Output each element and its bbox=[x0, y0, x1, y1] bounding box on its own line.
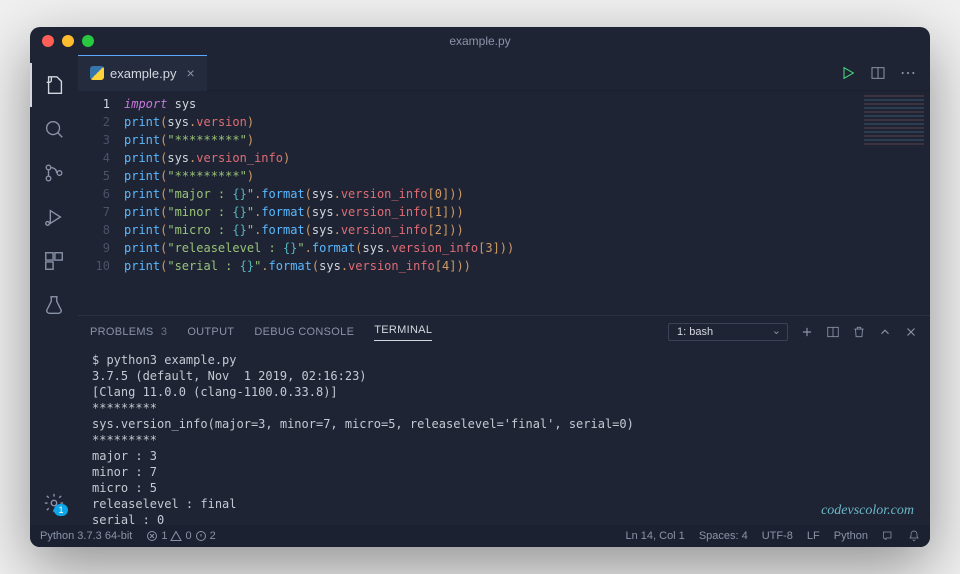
tab-debug-console[interactable]: DEBUG CONSOLE bbox=[254, 326, 354, 338]
tab-terminal[interactable]: TERMINAL bbox=[374, 324, 432, 341]
source-control-icon[interactable] bbox=[30, 151, 78, 195]
bottom-panel: PROBLEMS 3 OUTPUT DEBUG CONSOLE TERMINAL… bbox=[78, 315, 930, 525]
main-area: example.py × ⋯ 12345678910 import syspri… bbox=[78, 55, 930, 525]
status-language[interactable]: Python bbox=[834, 530, 868, 542]
kill-terminal-icon[interactable] bbox=[852, 325, 866, 339]
status-notifications-icon[interactable] bbox=[908, 530, 920, 542]
tab-output[interactable]: OUTPUT bbox=[187, 326, 234, 338]
line-gutter: 12345678910 bbox=[78, 91, 124, 315]
tab-label: example.py bbox=[110, 66, 176, 81]
status-encoding[interactable]: UTF-8 bbox=[762, 530, 793, 542]
close-panel-icon[interactable] bbox=[904, 325, 918, 339]
maximize-panel-icon[interactable] bbox=[878, 325, 892, 339]
code-content[interactable]: import sysprint(sys.version)print("*****… bbox=[124, 91, 930, 315]
maximize-window-button[interactable] bbox=[82, 35, 94, 47]
tab-problems[interactable]: PROBLEMS 3 bbox=[90, 326, 167, 338]
python-file-icon bbox=[90, 66, 104, 80]
activity-bar: 1 bbox=[30, 55, 78, 525]
settings-icon[interactable]: 1 bbox=[30, 481, 78, 525]
run-button[interactable] bbox=[840, 63, 856, 83]
status-spaces[interactable]: Spaces: 4 bbox=[699, 530, 748, 542]
tab-bar: example.py × ⋯ bbox=[78, 55, 930, 91]
panel-tabs: PROBLEMS 3 OUTPUT DEBUG CONSOLE TERMINAL… bbox=[78, 316, 930, 348]
status-eol[interactable]: LF bbox=[807, 530, 820, 542]
problems-count: 3 bbox=[161, 326, 167, 338]
status-diagnostics[interactable]: 1 0 2 bbox=[146, 530, 215, 542]
close-tab-icon[interactable]: × bbox=[186, 65, 194, 81]
traffic-lights bbox=[42, 35, 94, 47]
minimap[interactable] bbox=[864, 95, 924, 145]
minimize-window-button[interactable] bbox=[62, 35, 74, 47]
extensions-icon[interactable] bbox=[30, 239, 78, 283]
explorer-icon[interactable] bbox=[30, 63, 78, 107]
more-actions-icon[interactable]: ⋯ bbox=[900, 63, 916, 83]
status-interpreter[interactable]: Python 3.7.3 64-bit bbox=[40, 530, 132, 542]
split-terminal-icon[interactable] bbox=[826, 325, 840, 339]
editor-body: 1 example.py × ⋯ bbox=[30, 55, 930, 525]
terminal-output[interactable]: $ python3 example.py3.7.5 (default, Nov … bbox=[78, 348, 930, 525]
split-editor-icon[interactable] bbox=[870, 63, 886, 83]
status-bar: Python 3.7.3 64-bit 1 0 2 Ln 14, Col 1 S… bbox=[30, 525, 930, 547]
settings-badge: 1 bbox=[54, 504, 67, 516]
debug-icon[interactable] bbox=[30, 195, 78, 239]
new-terminal-icon[interactable] bbox=[800, 325, 814, 339]
tab-example-py[interactable]: example.py × bbox=[78, 55, 207, 91]
editor[interactable]: 12345678910 import sysprint(sys.version)… bbox=[78, 91, 930, 315]
status-feedback-icon[interactable] bbox=[882, 530, 894, 542]
close-window-button[interactable] bbox=[42, 35, 54, 47]
watermark: codevscolor.com bbox=[821, 503, 914, 519]
window-title: example.py bbox=[449, 34, 510, 48]
editor-actions: ⋯ bbox=[840, 63, 930, 83]
editor-window: example.py 1 bbox=[30, 27, 930, 547]
status-cursor[interactable]: Ln 14, Col 1 bbox=[625, 530, 684, 542]
testing-icon[interactable] bbox=[30, 283, 78, 327]
terminal-selector[interactable]: 1: bash bbox=[668, 323, 788, 341]
titlebar: example.py bbox=[30, 27, 930, 55]
search-icon[interactable] bbox=[30, 107, 78, 151]
